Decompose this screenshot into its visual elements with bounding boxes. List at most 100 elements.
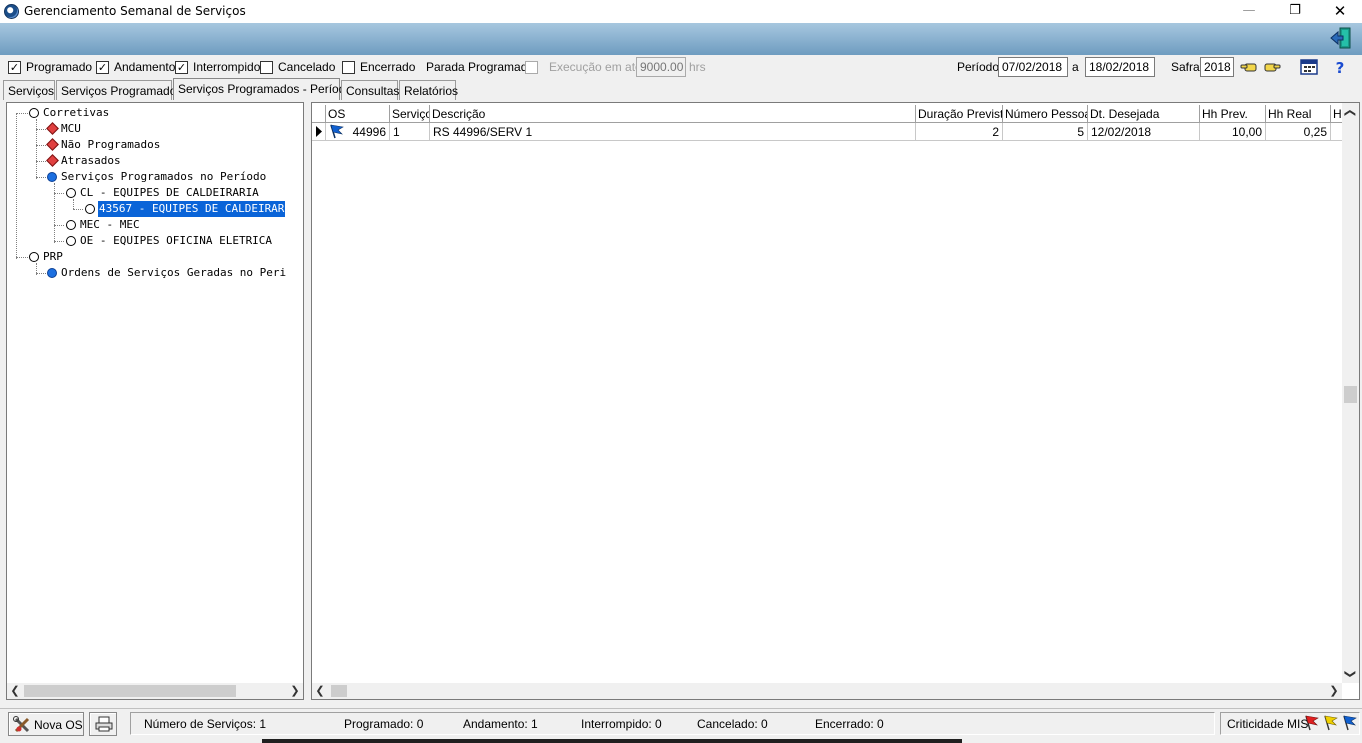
periodo-start-input[interactable]: 07/02/2018 bbox=[998, 57, 1068, 77]
grid-header: OS Serviço Descrição Duração Prevista Nú… bbox=[312, 105, 1343, 123]
circle-icon bbox=[66, 236, 76, 246]
yellow-flag-icon bbox=[1324, 715, 1338, 731]
cancelado-label: Cancelado bbox=[278, 60, 336, 74]
tree-node-label: MCU bbox=[61, 122, 81, 135]
cell-dt-desejada[interactable]: 12/02/2018 bbox=[1088, 123, 1200, 141]
cell-duracao[interactable]: 2 bbox=[916, 123, 1003, 141]
periodo-end-input[interactable]: 18/02/2018 bbox=[1085, 57, 1155, 77]
grid-header-pessoas[interactable]: Número Pessoas bbox=[1003, 105, 1088, 123]
blue-dot-icon bbox=[47, 172, 57, 182]
grid-header-dt-desejada[interactable]: Dt. Desejada bbox=[1088, 105, 1200, 123]
grid-header-duracao[interactable]: Duração Prevista bbox=[916, 105, 1003, 123]
programado-label: Programado bbox=[26, 60, 93, 74]
scroll-down-icon[interactable]: ❯ bbox=[1342, 666, 1358, 682]
periodo-separator: a bbox=[1072, 60, 1079, 74]
scrollbar-thumb[interactable] bbox=[24, 685, 236, 697]
grid-header-hh-real[interactable]: Hh Real bbox=[1266, 105, 1331, 123]
minimize-button[interactable]: — bbox=[1226, 0, 1272, 23]
calendar-icon[interactable] bbox=[1300, 59, 1318, 75]
red-flag-icon bbox=[1305, 715, 1319, 731]
interrompido-status: Interrompido: 0 bbox=[581, 717, 662, 731]
cancelado-status: Cancelado: 0 bbox=[697, 717, 768, 731]
circle-icon bbox=[66, 188, 76, 198]
parada-programada-checkbox[interactable] bbox=[525, 61, 538, 74]
grid-horizontal-scrollbar[interactable]: ❮ ❯ bbox=[312, 683, 1342, 699]
tree-node-label: OE - EQUIPES OFICINA ELETRICA bbox=[80, 234, 273, 247]
grid-header-hh-prev[interactable]: Hh Prev. bbox=[1200, 105, 1266, 123]
cell-descricao[interactable]: RS 44996/SERV 1 bbox=[430, 123, 916, 141]
cell-os-value: 44996 bbox=[352, 125, 386, 139]
circle-icon bbox=[66, 220, 76, 230]
service-tree: Corretivas MCU Não Programados Atrasados… bbox=[7, 103, 303, 683]
criticidade-label: Criticidade MIS bbox=[1227, 717, 1309, 731]
scroll-right-icon[interactable]: ❯ bbox=[287, 683, 303, 699]
grid-header-os[interactable]: OS bbox=[326, 105, 390, 123]
tree-node-label-selected: 43567 - EQUIPES DE CALDEIRAR bbox=[96, 200, 287, 218]
cancelado-checkbox[interactable] bbox=[260, 61, 273, 74]
cell-hh-prev[interactable]: 10,00 bbox=[1200, 123, 1266, 141]
programado-checkbox[interactable]: ✓ bbox=[8, 61, 21, 74]
blue-dot-icon bbox=[47, 268, 57, 278]
encerrado-checkbox[interactable] bbox=[342, 61, 355, 74]
scroll-right-icon[interactable]: ❯ bbox=[1326, 683, 1342, 699]
encerrado-status: Encerrado: 0 bbox=[815, 717, 884, 731]
andamento-label: Andamento bbox=[114, 60, 176, 74]
table-row[interactable]: 44996 1 RS 44996/SERV 1 2 5 12/02/2018 1… bbox=[312, 123, 1343, 141]
exit-door-icon[interactable] bbox=[1330, 27, 1352, 49]
circle-icon bbox=[29, 108, 39, 118]
circle-icon bbox=[85, 204, 95, 214]
cell-pessoas[interactable]: 5 bbox=[1003, 123, 1088, 141]
interrompido-label: Interrompido bbox=[193, 60, 261, 74]
scroll-up-icon[interactable]: ❮ bbox=[1342, 105, 1358, 121]
hand-point-right-icon[interactable] bbox=[1263, 59, 1281, 75]
tree-node-label: Não Programados bbox=[61, 138, 161, 151]
row-pointer-icon bbox=[316, 126, 322, 137]
blue-flag-icon bbox=[330, 124, 344, 139]
tree-node-label: MEC - MEC bbox=[80, 218, 140, 231]
title-bar: Gerenciamento Semanal de Serviços — ❐ ✕ bbox=[0, 0, 1362, 23]
grid-indicator-header bbox=[312, 105, 326, 123]
interrompido-checkbox[interactable]: ✓ bbox=[175, 61, 188, 74]
tab-consultas[interactable]: Consultas bbox=[341, 80, 399, 100]
toolbar-band bbox=[0, 23, 1362, 55]
grid-vertical-scrollbar[interactable]: ❮ ❯ bbox=[1342, 103, 1359, 683]
tree-node-label: PRP bbox=[43, 250, 63, 263]
tab-servicos[interactable]: Serviços bbox=[3, 80, 55, 100]
scrollbar-thumb[interactable] bbox=[1344, 386, 1357, 403]
restore-button[interactable]: ❐ bbox=[1272, 0, 1318, 23]
close-button[interactable]: ✕ bbox=[1317, 0, 1362, 23]
encerrado-label: Encerrado bbox=[360, 60, 416, 74]
blue-flag-icon bbox=[1343, 715, 1357, 731]
nova-os-button[interactable]: Nova OS bbox=[8, 712, 84, 736]
scroll-left-icon[interactable]: ❮ bbox=[312, 683, 328, 699]
grid-header-servico[interactable]: Serviço bbox=[390, 105, 430, 123]
tree-horizontal-scrollbar[interactable]: ❮ ❯ bbox=[7, 683, 303, 699]
scrollbar-thumb[interactable] bbox=[331, 685, 347, 697]
execucao-input[interactable]: 9000.00 bbox=[636, 57, 686, 77]
cell-os[interactable]: 44996 bbox=[326, 123, 390, 141]
tree-node-label: Corretivas bbox=[43, 106, 110, 119]
tree-node-label: Atrasados bbox=[61, 154, 121, 167]
printer-icon bbox=[95, 716, 113, 732]
andamento-checkbox[interactable]: ✓ bbox=[96, 61, 109, 74]
bottom-strip bbox=[0, 738, 1362, 743]
diamond-icon bbox=[46, 138, 59, 151]
app-globe-icon bbox=[4, 4, 19, 19]
safra-label: Safra bbox=[1171, 60, 1200, 74]
cell-hh-real[interactable]: 0,25 bbox=[1266, 123, 1331, 141]
svg-text:?: ? bbox=[1336, 59, 1345, 75]
window-title: Gerenciamento Semanal de Serviços bbox=[24, 4, 246, 18]
grid-header-descricao[interactable]: Descrição bbox=[430, 105, 916, 123]
hand-point-left-icon[interactable] bbox=[1240, 59, 1258, 75]
scroll-left-icon[interactable]: ❮ bbox=[7, 683, 23, 699]
tab-servicos-programados-periodo[interactable]: Serviços Programados - Período bbox=[173, 78, 352, 100]
tree-node-label: CL - EQUIPES DE CALDEIRARIA bbox=[80, 186, 259, 199]
tree-node-label: Ordens de Serviços Geradas no Peri bbox=[61, 266, 287, 279]
safra-input[interactable]: 2018 bbox=[1200, 57, 1234, 77]
tab-relatorios[interactable]: Relatórios bbox=[399, 80, 458, 100]
tree-panel: Corretivas MCU Não Programados Atrasados… bbox=[6, 102, 304, 700]
print-button[interactable] bbox=[89, 712, 117, 736]
help-icon[interactable]: ? bbox=[1331, 59, 1349, 75]
tab-servicos-programados[interactable]: Serviços Programados bbox=[56, 80, 182, 100]
cell-servico[interactable]: 1 bbox=[390, 123, 430, 141]
